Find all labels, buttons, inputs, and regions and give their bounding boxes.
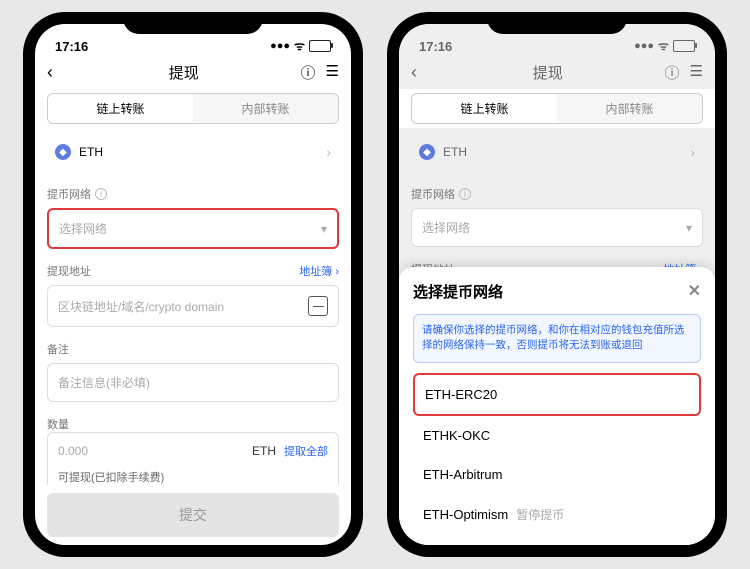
sheet-title: 选择提币网络 [413, 281, 503, 302]
tab-internal[interactable]: 内部转账 [557, 94, 702, 123]
info-icon[interactable]: i [95, 188, 107, 200]
status-time: 17:16 [55, 39, 88, 54]
phone-left: 17:16 ●●● ᯤ ‹ 提现 ⓘ ☰ 链上转账 内部转账 ◆ ETH › [23, 12, 363, 557]
history-icon[interactable]: ☰ [326, 62, 339, 83]
network-option-label: ETH-Optimism [423, 507, 508, 522]
nav-bar: ‹ 提现 ⓘ ☰ [399, 56, 715, 89]
status-time: 17:16 [419, 39, 452, 54]
history-icon[interactable]: ☰ [690, 62, 703, 83]
network-label: 提币网络 i [411, 186, 703, 202]
submit-button[interactable]: 提交 [47, 493, 339, 537]
network-option-label: ETH-ERC20 [425, 387, 497, 402]
network-label: 提币网络 i [47, 186, 339, 202]
chevron-right-icon: › [326, 144, 331, 160]
chevron-right-icon: › [690, 144, 695, 160]
coin-symbol: ETH [79, 145, 326, 159]
network-option-status: 暂停提币 [516, 506, 564, 523]
withdraw-all-link[interactable]: 提取全部 [284, 443, 328, 459]
info-icon[interactable]: i [459, 188, 471, 200]
network-select[interactable]: 选择网络 ▾ [47, 208, 339, 249]
network-option-label: ETHK-OKC [423, 428, 490, 443]
transfer-tabs: 链上转账 内部转账 [411, 93, 703, 124]
tab-internal[interactable]: 内部转账 [193, 94, 338, 123]
chevron-down-icon: ▾ [686, 221, 692, 235]
eth-icon: ◆ [55, 144, 71, 160]
back-button[interactable]: ‹ [47, 62, 67, 83]
close-icon[interactable]: ✕ [688, 281, 701, 301]
network-option-optimism[interactable]: ETH-Optimism 暂停提币 [413, 494, 701, 535]
available-label: 可提现(已扣除手续费) [58, 469, 164, 485]
network-select-placeholder: 选择网络 [422, 219, 686, 236]
tab-onchain[interactable]: 链上转账 [412, 94, 557, 123]
coin-symbol: ETH [443, 145, 690, 159]
address-label: 提现地址 [47, 263, 91, 279]
screen-left: 17:16 ●●● ᯤ ‹ 提现 ⓘ ☰ 链上转账 内部转账 ◆ ETH › [35, 24, 351, 545]
amount-input[interactable]: 0.000 [58, 444, 252, 458]
phone-notch [487, 12, 627, 34]
battery-icon [673, 40, 695, 52]
amount-label: 数量 [47, 416, 69, 432]
network-option-okc[interactable]: ETHK-OKC [413, 416, 701, 455]
phone-right: 17:16 ●●● ᯤ ‹ 提现 ⓘ ☰ 链上转账 内部转账 ◆ ETH › [387, 12, 727, 557]
network-option-erc20[interactable]: ETH-ERC20 [413, 373, 701, 416]
scan-icon[interactable] [308, 296, 328, 316]
transfer-tabs: 链上转账 内部转账 [47, 93, 339, 124]
amount-unit: ETH [252, 444, 276, 458]
coin-selector[interactable]: ◆ ETH › [411, 132, 703, 172]
page-title: 提现 [75, 62, 293, 83]
address-placeholder: 区块链地址/域名/crypto domain [58, 298, 308, 315]
chevron-down-icon: ▾ [321, 222, 327, 236]
screen-right: 17:16 ●●● ᯤ ‹ 提现 ⓘ ☰ 链上转账 内部转账 ◆ ETH › [399, 24, 715, 545]
battery-icon [309, 40, 331, 52]
content-area: ◆ ETH › 提币网络 i 选择网络 ▾ 提现地址 地址簿 › 区块链地址/域… [35, 128, 351, 485]
network-select-placeholder: 选择网络 [59, 220, 321, 237]
phone-notch [123, 12, 263, 34]
status-icons: ●●● ᯤ [270, 37, 331, 54]
note-input[interactable]: 备注信息(非必填) [47, 363, 339, 402]
note-placeholder: 备注信息(非必填) [58, 374, 328, 391]
coin-selector[interactable]: ◆ ETH › [47, 132, 339, 172]
amount-box: 0.000 ETH 提取全部 可提现(已扣除手续费) ✓ 资金账户 0.0004… [47, 432, 339, 485]
nav-bar: ‹ 提现 ⓘ ☰ [35, 56, 351, 89]
signal-icon: ●●● [270, 40, 290, 52]
page-title: 提现 [439, 62, 657, 83]
wifi-icon: ᯤ [294, 37, 305, 54]
sheet-notice: 请确保你选择的提币网络，和你在相对应的钱包充值所选择的网络保持一致，否则提币将无… [413, 314, 701, 364]
network-sheet: 选择提币网络 ✕ 请确保你选择的提币网络，和你在相对应的钱包充值所选择的网络保持… [399, 267, 715, 546]
note-label: 备注 [47, 341, 339, 357]
network-option-label: ETH-Arbitrum [423, 467, 502, 482]
help-icon[interactable]: ⓘ [665, 62, 680, 83]
status-icons: ●●● ᯤ [634, 37, 695, 54]
address-input[interactable]: 区块链地址/域名/crypto domain [47, 285, 339, 327]
signal-icon: ●●● [634, 40, 654, 52]
address-book-link[interactable]: 地址簿 › [299, 263, 339, 279]
tab-onchain[interactable]: 链上转账 [48, 94, 193, 123]
back-button[interactable]: ‹ [411, 62, 431, 83]
network-option-arbitrum[interactable]: ETH-Arbitrum [413, 455, 701, 494]
network-select[interactable]: 选择网络 ▾ [411, 208, 703, 247]
eth-icon: ◆ [419, 144, 435, 160]
help-icon[interactable]: ⓘ [301, 62, 316, 83]
wifi-icon: ᯤ [658, 37, 669, 54]
